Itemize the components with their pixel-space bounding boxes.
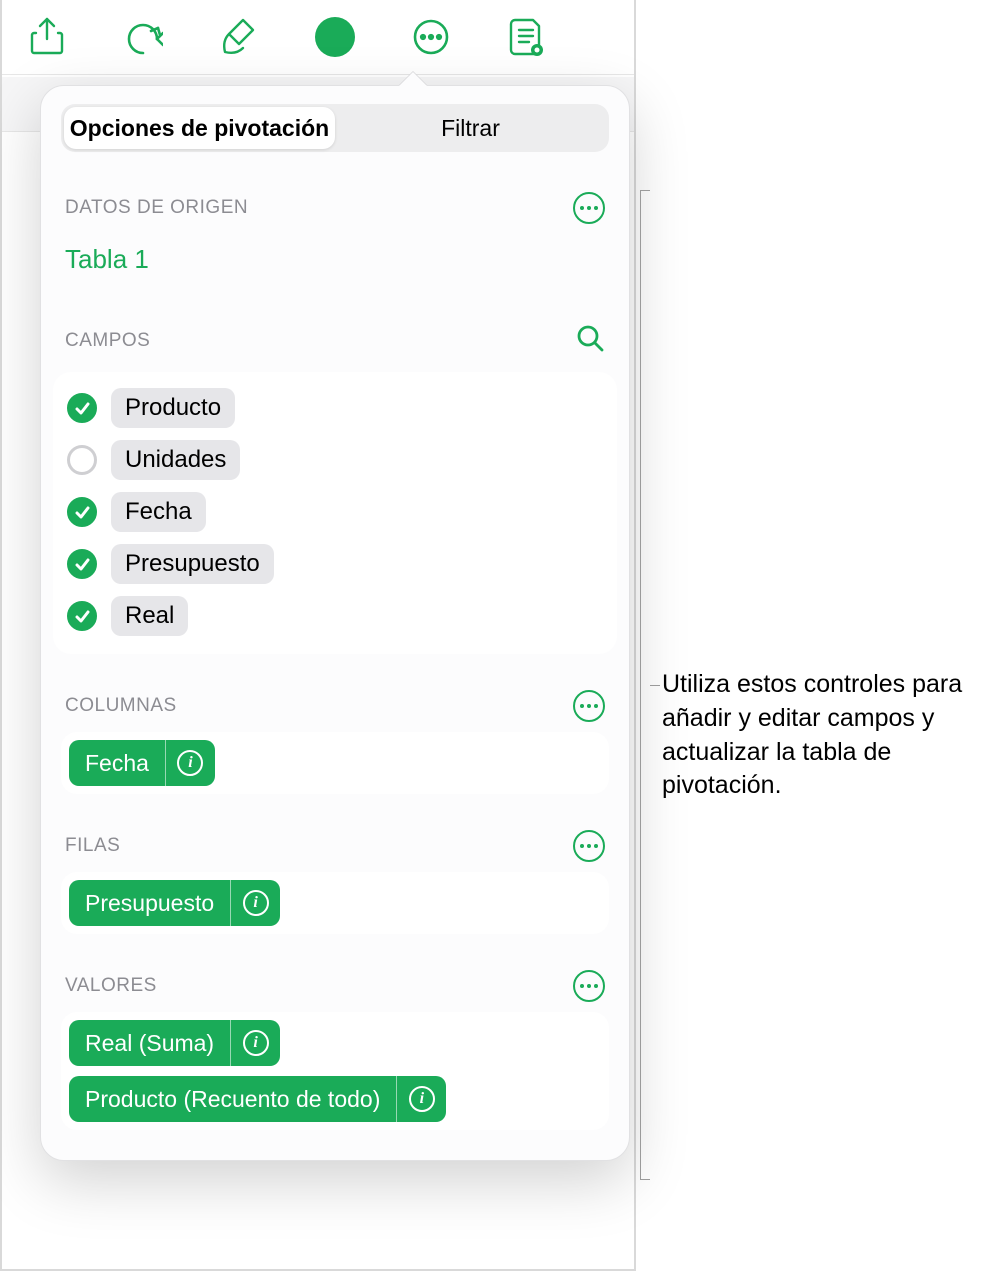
dot-icon <box>587 206 591 210</box>
columns-body[interactable]: Fechai <box>61 732 609 794</box>
more-icon <box>411 17 451 57</box>
toolbar <box>2 0 634 75</box>
document-icon <box>509 16 545 58</box>
chip-info-button[interactable]: i <box>230 1020 280 1066</box>
share-button[interactable] <box>12 7 82 67</box>
field-chip[interactable]: Real (Suma) i <box>69 1020 280 1066</box>
values-more-button[interactable] <box>573 970 605 1002</box>
field-row: Real <box>63 590 607 642</box>
dot-icon <box>594 844 598 848</box>
source-more-button[interactable] <box>573 192 605 224</box>
field-checkbox[interactable] <box>67 445 97 475</box>
info-icon: i <box>243 1030 269 1056</box>
values-label: VALORES <box>65 975 157 997</box>
field-pill[interactable]: Fecha <box>111 492 206 532</box>
values-body[interactable]: Real (Suma) i Producto (Recuento de todo) i <box>61 1012 609 1130</box>
fields-search-button[interactable] <box>575 323 605 358</box>
chip-info-button[interactable]: i <box>230 880 280 926</box>
chip-label: Fecha <box>69 740 165 786</box>
info-icon: i <box>409 1086 435 1112</box>
field-chip[interactable]: Fechai <box>69 740 215 786</box>
dot-icon <box>594 704 598 708</box>
field-row: Unidades <box>63 434 607 486</box>
organize-icon <box>323 27 347 47</box>
tab-pivot-options[interactable]: Opciones de pivotación <box>64 107 335 149</box>
field-pill[interactable]: Presupuesto <box>111 544 274 584</box>
segmented-control: Opciones de pivotación Filtrar <box>61 104 609 152</box>
values-header: VALORES <box>41 970 629 1002</box>
field-pill[interactable]: Real <box>111 596 188 636</box>
field-row: Presupuesto <box>63 538 607 590</box>
field-checkbox[interactable] <box>67 549 97 579</box>
dot-icon <box>587 984 591 988</box>
fields-label: CAMPOS <box>65 330 150 352</box>
dot-icon <box>594 984 598 988</box>
chip-info-button[interactable]: i <box>165 740 215 786</box>
callout-text: Utiliza estos controles para añadir y ed… <box>662 668 972 803</box>
field-pill[interactable]: Unidades <box>111 440 240 480</box>
source-table-name[interactable]: Tabla 1 <box>41 224 629 275</box>
field-chip[interactable]: Producto (Recuento de todo) i <box>69 1076 446 1122</box>
source-data-header: DATOS DE ORIGEN <box>41 192 629 224</box>
field-pill[interactable]: Producto <box>111 388 235 428</box>
format-brush-button[interactable] <box>204 7 274 67</box>
source-data-label: DATOS DE ORIGEN <box>65 197 248 219</box>
chip-row: Fechai <box>69 740 601 786</box>
dot-icon <box>587 844 591 848</box>
chip-label: Producto (Recuento de todo) <box>69 1076 396 1122</box>
field-checkbox[interactable] <box>67 393 97 423</box>
dot-icon <box>580 206 584 210</box>
chip-row: Presupuesto i <box>69 880 601 926</box>
dot-icon <box>587 704 591 708</box>
undo-button[interactable] <box>108 7 178 67</box>
field-checkbox[interactable] <box>67 497 97 527</box>
rows-body[interactable]: Presupuesto i <box>61 872 609 934</box>
rows-well: Presupuesto i <box>61 872 609 934</box>
dot-icon <box>580 844 584 848</box>
more-button[interactable] <box>396 7 466 67</box>
columns-header: COLUMNAS <box>41 690 629 722</box>
tab-filter[interactable]: Filtrar <box>335 107 606 149</box>
chip-label: Presupuesto <box>69 880 230 926</box>
undo-icon <box>123 17 163 57</box>
columns-more-button[interactable] <box>573 690 605 722</box>
brush-icon <box>219 16 259 58</box>
app-window: Opciones de pivotación Filtrar DATOS DE … <box>0 0 636 1271</box>
document-settings-button[interactable] <box>492 7 562 67</box>
fields-list: Producto Unidades Fecha Presupuesto Real <box>53 372 617 654</box>
values-well: Real (Suma) i Producto (Recuento de todo) i <box>61 1012 609 1130</box>
field-checkbox[interactable] <box>67 601 97 631</box>
chip-label: Real (Suma) <box>69 1020 230 1066</box>
rows-header: FILAS <box>41 830 629 862</box>
rows-label: FILAS <box>65 835 120 857</box>
organize-active-indicator <box>315 17 355 57</box>
fields-header: CAMPOS <box>41 323 629 358</box>
columns-label: COLUMNAS <box>65 695 177 717</box>
field-row: Producto <box>63 382 607 434</box>
callout-bracket <box>640 190 650 1180</box>
dot-icon <box>594 206 598 210</box>
callout-leader <box>650 685 660 686</box>
columns-well: Fechai <box>61 732 609 794</box>
info-icon: i <box>243 890 269 916</box>
pivot-options-popover: Opciones de pivotación Filtrar DATOS DE … <box>40 85 630 1161</box>
chip-info-button[interactable]: i <box>396 1076 446 1122</box>
dot-icon <box>580 984 584 988</box>
share-icon <box>30 17 64 57</box>
search-icon <box>575 323 605 353</box>
field-chip[interactable]: Presupuesto i <box>69 880 280 926</box>
chip-row: Real (Suma) i <box>69 1020 601 1066</box>
rows-more-button[interactable] <box>573 830 605 862</box>
dot-icon <box>580 704 584 708</box>
organize-button[interactable] <box>300 7 370 67</box>
chip-row: Producto (Recuento de todo) i <box>69 1076 601 1122</box>
field-row: Fecha <box>63 486 607 538</box>
info-icon: i <box>177 750 203 776</box>
